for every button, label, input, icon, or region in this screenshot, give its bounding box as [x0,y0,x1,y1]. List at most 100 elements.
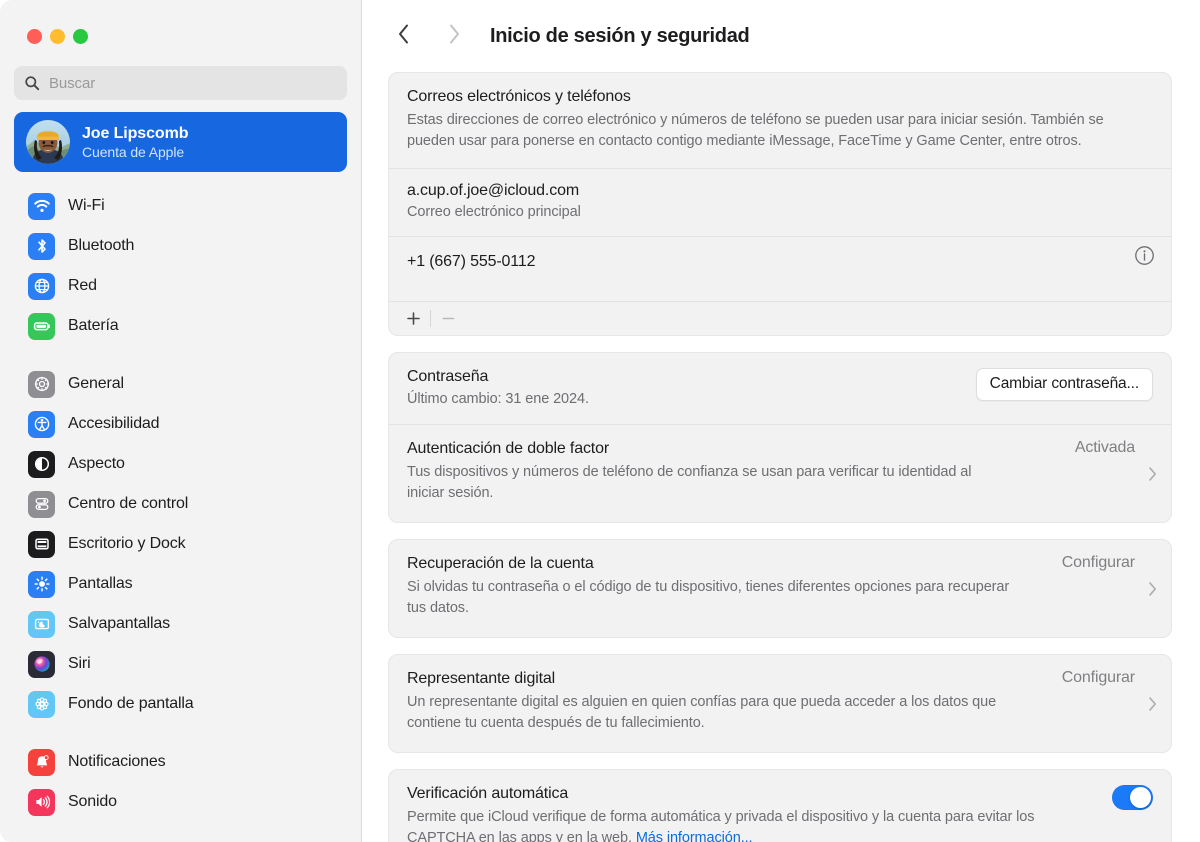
account-recovery-description: Si olvidas tu contraseña o el código de … [407,579,1010,616]
sidebar-item-notifications[interactable]: Notificaciones [10,742,351,782]
battery-icon [28,312,55,340]
sidebar-item-desktop-dock[interactable]: Escritorio y Dock [10,524,351,564]
sidebar-group-divider [0,724,361,742]
email-value: a.cup.of.joe@icloud.com [407,182,579,199]
two-factor-row[interactable]: Autenticación de doble factor Tus dispos… [389,424,1171,522]
accessibility-icon [28,410,55,438]
sound-icon [28,788,55,816]
displays-icon [28,570,55,598]
sidebar-item-battery[interactable]: Batería [10,306,351,346]
traffic-lights [0,0,361,44]
info-button[interactable] [1134,245,1155,271]
password-card: Contraseña Último cambio: 31 ene 2024. C… [388,352,1172,523]
chevron-right-icon [447,23,461,50]
two-factor-description: Tus dispositivos y números de teléfono d… [407,464,972,501]
account-recovery-card[interactable]: Recuperación de la cuenta Si olvidas tu … [388,539,1172,638]
sidebar-item-network[interactable]: Red [10,266,351,306]
sidebar-item-label: Siri [68,655,91,672]
legacy-contact-status: Configurar [1061,669,1135,686]
search-input[interactable]: Buscar [14,66,347,100]
account-recovery-title: Recuperación de la cuenta [407,555,594,572]
legacy-contact-title: Representante digital [407,670,556,687]
sidebar-item-sound[interactable]: Sonido [10,782,351,822]
wifi-icon [28,192,55,220]
sidebar-item-general[interactable]: General [10,364,351,404]
sidebar-item-label: Escritorio y Dock [68,535,186,552]
footer-separator [430,310,431,327]
search-icon [24,75,40,91]
remove-entry-button[interactable] [434,306,462,332]
two-factor-title: Autenticación de doble factor [407,440,610,457]
sidebar-item-label: Salvapantallas [68,615,170,632]
chevron-right-icon [1148,581,1157,596]
password-sublabel: Último cambio: 31 ene 2024. [407,391,589,407]
back-button[interactable] [386,18,422,54]
main-pane: Inicio de sesión y seguridad Correos ele… [362,0,1200,842]
emails-phones-header: Correos electrónicos y teléfonos Estas d… [389,73,1171,168]
sidebar-item-wallpaper[interactable]: Fondo de pantalla [10,684,351,724]
email-sublabel: Correo electrónico principal [407,204,581,220]
add-entry-button[interactable] [399,306,427,332]
sidebar: Buscar Joe Lipscomb Cuenta de Apple Wi-F… [0,0,362,842]
sidebar-item-displays[interactable]: Pantallas [10,564,351,604]
chevron-right-icon [1148,696,1157,711]
email-entry-row[interactable]: a.cup.of.joe@icloud.com Correo electróni… [389,168,1171,236]
section-description: Estas direcciones de correo electrónico … [407,112,1104,149]
settings-content: Correos electrónicos y teléfonos Estas d… [362,72,1200,842]
desktop-dock-icon [28,530,55,558]
system-settings-window: Buscar Joe Lipscomb Cuenta de Apple Wi-F… [0,0,1200,842]
emails-phones-card: Correos electrónicos y teléfonos Estas d… [388,72,1172,336]
account-subtitle: Cuenta de Apple [82,143,185,160]
chevron-left-icon [397,23,411,50]
maximize-window-button[interactable] [73,29,88,44]
gear-icon [28,370,55,398]
notifications-icon [28,748,55,776]
phone-entry-row[interactable]: +1 (667) 555-0112 [389,236,1171,301]
forward-button[interactable] [436,18,472,54]
more-info-link[interactable]: Más información... [636,830,753,842]
automatic-verification-toggle[interactable] [1112,785,1153,810]
close-window-button[interactable] [27,29,42,44]
password-title: Contraseña [407,368,489,385]
sidebar-item-bluetooth[interactable]: Bluetooth [10,226,351,266]
sidebar-nav: Wi-Fi Bluetooth Red Batería General Acce… [0,186,361,822]
sidebar-item-appearance[interactable]: Aspecto [10,444,351,484]
account-recovery-row[interactable]: Recuperación de la cuenta Si olvidas tu … [389,540,1171,637]
sidebar-item-label: Accesibilidad [68,415,160,432]
sidebar-item-siri[interactable]: Siri [10,644,351,684]
sidebar-group-divider [0,346,361,364]
sidebar-item-label: Bluetooth [68,237,135,254]
sidebar-item-screensaver[interactable]: Salvapantallas [10,604,351,644]
bluetooth-icon [28,232,55,260]
sidebar-item-label: Aspecto [68,455,125,472]
toolbar: Inicio de sesión y seguridad [362,0,1200,72]
sidebar-item-apple-account[interactable]: Joe Lipscomb Cuenta de Apple [14,112,347,172]
automatic-verification-title: Verificación automática [407,785,569,802]
sidebar-item-label: Pantallas [68,575,133,592]
section-title: Correos electrónicos y teléfonos [407,88,631,105]
change-password-button[interactable]: Cambiar contraseña... [975,368,1153,401]
legacy-contact-card[interactable]: Representante digital Un representante d… [388,654,1172,753]
sidebar-item-accessibility[interactable]: Accesibilidad [10,404,351,444]
minimize-window-button[interactable] [50,29,65,44]
automatic-verification-card: Verificación automática Permite que iClo… [388,769,1172,842]
siri-icon [28,650,55,678]
sidebar-item-control-center[interactable]: Centro de control [10,484,351,524]
search-placeholder: Buscar [49,74,96,92]
chevron-right-icon [1148,466,1157,481]
sidebar-item-label: Sonido [68,793,117,810]
wallpaper-icon [28,690,55,718]
sidebar-item-label: Wi-Fi [68,197,105,214]
phone-value: +1 (667) 555-0112 [407,253,536,270]
automatic-verification-description: Permite que iCloud verifique de forma au… [407,807,1057,842]
page-title: Inicio de sesión y seguridad [490,24,750,47]
sidebar-item-wifi[interactable]: Wi-Fi [10,186,351,226]
control-center-icon [28,490,55,518]
screensaver-icon [28,610,55,638]
toggle-knob [1130,787,1151,808]
sidebar-item-label: Fondo de pantalla [68,695,194,712]
legacy-contact-row[interactable]: Representante digital Un representante d… [389,655,1171,752]
two-factor-status: Activada [1074,439,1135,456]
account-recovery-status: Configurar [1061,554,1135,571]
sidebar-item-label: Notificaciones [68,753,166,770]
